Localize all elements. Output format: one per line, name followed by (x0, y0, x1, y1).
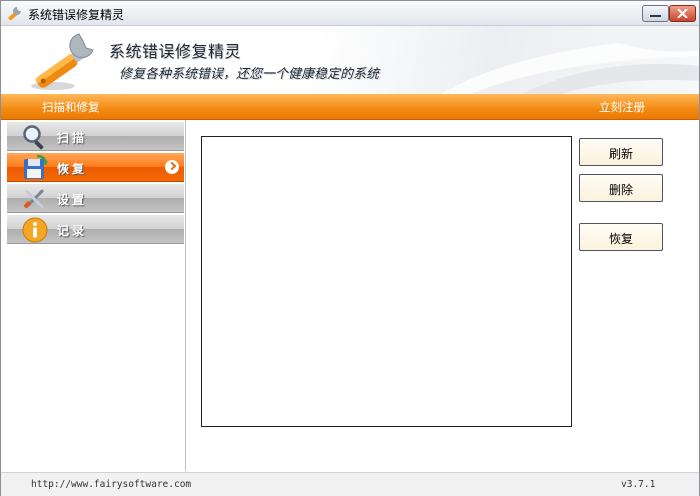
sidebar-item-log[interactable]: 记录 (7, 215, 184, 244)
close-button[interactable] (669, 5, 696, 22)
sidebar-item-label: 设置 (57, 193, 88, 207)
header-banner: 系统错误修复精灵 修复各种系统错误，还您一个健康稳定的系统 (1, 26, 699, 94)
magnifier-icon (23, 125, 44, 150)
restore-button[interactable]: 恢复 (579, 223, 663, 251)
status-bar: http://www.fairysoftware.com v3.7.1 (1, 472, 699, 496)
refresh-button[interactable]: 刷新 (579, 138, 663, 166)
sidebar: 扫描 恢复 设置 记录 (7, 120, 186, 471)
minimize-button[interactable] (642, 5, 669, 22)
wrench-logo-icon (31, 33, 94, 90)
version-label: v3.7.1 (621, 479, 656, 490)
title-bar: 系统错误修复精灵 (1, 1, 699, 26)
sidebar-item-label: 记录 (57, 224, 88, 238)
app-window: 系统错误修复精灵 系统错误修复精灵 修复各种系统错误，还您一个健康稳定的系统 扫… (0, 0, 700, 496)
tools-icon (23, 189, 44, 209)
menu-scan-repair[interactable]: 扫描和修复 (42, 99, 100, 115)
close-icon (677, 9, 688, 18)
sidebar-item-label: 恢复 (57, 162, 88, 176)
restore-list[interactable] (201, 136, 572, 427)
window-title: 系统错误修复精灵 (28, 8, 125, 22)
info-icon (22, 217, 48, 243)
restore-disk-icon (24, 154, 48, 179)
chevron-right-icon (165, 160, 179, 174)
sidebar-item-settings[interactable]: 设置 (7, 184, 184, 213)
menu-bar: 扫描和修复 立刻注册 (1, 94, 699, 120)
website-url: http://www.fairysoftware.com (31, 479, 192, 490)
banner-decoration (441, 26, 699, 94)
app-subtitle: 修复各种系统错误，还您一个健康稳定的系统 (119, 67, 380, 82)
app-wrench-icon (8, 7, 21, 21)
sidebar-item-scan[interactable]: 扫描 (7, 122, 184, 151)
register-link[interactable]: 立刻注册 (599, 99, 645, 115)
app-title: 系统错误修复精灵 (109, 42, 242, 61)
sidebar-item-restore[interactable]: 恢复 (7, 153, 184, 182)
sidebar-item-label: 扫描 (57, 131, 88, 145)
delete-button[interactable]: 删除 (579, 174, 663, 202)
